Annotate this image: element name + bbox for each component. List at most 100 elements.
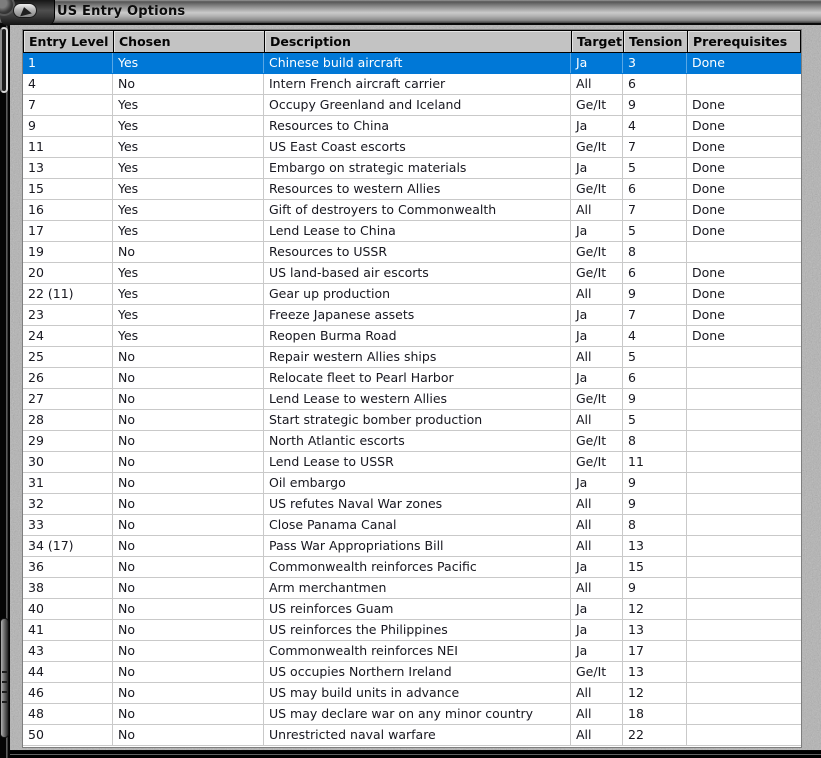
cell-entry-level: 32 bbox=[23, 494, 113, 514]
cell-target: Ja bbox=[571, 473, 623, 493]
cell-prerequisites bbox=[687, 599, 801, 619]
cell-prerequisites: Done bbox=[692, 265, 725, 280]
table-row[interactable]: 23 Yes Freeze Japanese assets Ja 7 Done bbox=[23, 305, 801, 326]
cell-target: Ja bbox=[571, 221, 623, 241]
table-row[interactable]: 28 No Start strategic bomber production … bbox=[23, 410, 801, 431]
cell-prerequisites bbox=[687, 683, 801, 703]
cell-entry-level: 29 bbox=[23, 431, 113, 451]
cell-description: US refutes Naval War zones bbox=[264, 494, 571, 514]
cell-chosen: Yes bbox=[113, 221, 264, 241]
table-row[interactable]: 11 Yes US East Coast escorts Ge/It 7 Don… bbox=[23, 137, 801, 158]
cell-prerequisites bbox=[687, 452, 801, 472]
table-row[interactable]: 40 No US reinforces Guam Ja 12 bbox=[23, 599, 801, 620]
cell-prerequisites bbox=[687, 242, 801, 262]
cell-chosen: No bbox=[113, 389, 264, 409]
table-row[interactable]: 15 Yes Resources to western Allies Ge/It… bbox=[23, 179, 801, 200]
table-row[interactable]: 26 No Relocate fleet to Pearl Harbor Ja … bbox=[23, 368, 801, 389]
cell-description: US reinforces Guam bbox=[264, 599, 571, 619]
titlebar-corner bbox=[0, 0, 55, 26]
table-row[interactable]: 33 No Close Panama Canal All 8 bbox=[23, 515, 801, 536]
cell-chosen: No bbox=[113, 368, 264, 388]
cell-prerequisites bbox=[687, 725, 801, 745]
table-row[interactable]: 16 Yes Gift of destroyers to Commonwealt… bbox=[23, 200, 801, 221]
column-header-description[interactable]: Description bbox=[265, 31, 572, 52]
table-row[interactable]: 24 Yes Reopen Burma Road Ja 4 Done bbox=[23, 326, 801, 347]
cell-description: Pass War Appropriations Bill bbox=[264, 536, 571, 556]
table-row[interactable]: 4 No Intern French aircraft carrier All … bbox=[23, 74, 801, 95]
cell-target: Ge/It bbox=[571, 137, 623, 157]
cell-prerequisites bbox=[687, 368, 801, 388]
table-row[interactable]: 44 No US occupies Northern Ireland Ge/It… bbox=[23, 662, 801, 683]
cell-chosen: Yes bbox=[113, 284, 264, 304]
table-row[interactable]: 34 (17) No Pass War Appropriations Bill … bbox=[23, 536, 801, 557]
cell-entry-level: 11 bbox=[23, 137, 113, 157]
cell-target: All bbox=[571, 683, 623, 703]
table-row[interactable]: 20 Yes US land-based air escorts Ge/It 6… bbox=[23, 263, 801, 284]
cell-target: Ge/It bbox=[571, 179, 623, 199]
column-header-target[interactable]: Target bbox=[572, 31, 624, 52]
table-row[interactable]: 38 No Arm merchantmen All 9 bbox=[23, 578, 801, 599]
cell-prerequisites bbox=[687, 704, 801, 724]
table-row[interactable]: 29 No North Atlantic escorts Ge/It 8 bbox=[23, 431, 801, 452]
cell-target: All bbox=[571, 284, 623, 304]
titlebar[interactable]: US Entry Options bbox=[0, 0, 821, 25]
table-row[interactable]: 41 No US reinforces the Philippines Ja 1… bbox=[23, 620, 801, 641]
table-row[interactable]: 43 No Commonwealth reinforces NEI Ja 17 bbox=[23, 641, 801, 662]
cell-target: Ja bbox=[571, 305, 623, 325]
cell-chosen: No bbox=[113, 452, 264, 472]
cell-target: All bbox=[571, 410, 623, 430]
table-row[interactable]: 7 Yes Occupy Greenland and Iceland Ge/It… bbox=[23, 95, 801, 116]
column-header-tension[interactable]: Tension bbox=[624, 31, 688, 52]
table-row[interactable]: 50 No Unrestricted naval warfare All 22 bbox=[23, 725, 801, 746]
cell-chosen: Yes bbox=[113, 116, 264, 136]
table-row[interactable]: 19 No Resources to USSR Ge/It 8 bbox=[23, 242, 801, 263]
cell-target: All bbox=[571, 494, 623, 514]
cell-tension: 5 bbox=[623, 410, 687, 430]
cell-chosen: Yes bbox=[113, 158, 264, 178]
cell-tension: 9 bbox=[623, 578, 687, 598]
cell-target: Ge/It bbox=[571, 452, 623, 472]
table-row[interactable]: 13 Yes Embargo on strategic materials Ja… bbox=[23, 158, 801, 179]
cell-target: Ja bbox=[571, 158, 623, 178]
table-row[interactable]: 22 (11) Yes Gear up production All 9 Don… bbox=[23, 284, 801, 305]
table-row[interactable]: 31 No Oil embargo Ja 9 bbox=[23, 473, 801, 494]
cell-prerequisites bbox=[687, 578, 801, 598]
cell-prerequisites bbox=[687, 74, 801, 94]
column-header-chosen[interactable]: Chosen bbox=[114, 31, 265, 52]
table-row[interactable]: 46 No US may build units in advance All … bbox=[23, 683, 801, 704]
column-header-prerequisites[interactable]: Prerequisites bbox=[688, 31, 800, 52]
cell-prerequisites bbox=[687, 494, 801, 514]
cell-chosen: No bbox=[113, 242, 264, 262]
cell-chosen: No bbox=[113, 494, 264, 514]
table-row[interactable]: 32 No US refutes Naval War zones All 9 bbox=[23, 494, 801, 515]
scroll-handle[interactable] bbox=[0, 618, 9, 738]
cell-target: Ja bbox=[571, 620, 623, 640]
cell-entry-level: 17 bbox=[23, 221, 113, 241]
table-row[interactable]: 48 No US may declare war on any minor co… bbox=[23, 704, 801, 725]
table-row[interactable]: 25 No Repair western Allies ships All 5 bbox=[23, 347, 801, 368]
cell-tension: 8 bbox=[623, 431, 687, 451]
cell-entry-level: 27 bbox=[23, 389, 113, 409]
cell-prerequisites bbox=[687, 347, 801, 367]
table-row[interactable]: 9 Yes Resources to China Ja 4 Done bbox=[23, 116, 801, 137]
column-header-entry-level[interactable]: Entry Level bbox=[24, 31, 114, 52]
cell-prerequisites: Done bbox=[692, 118, 725, 133]
cell-entry-level: 31 bbox=[23, 473, 113, 493]
table-row[interactable]: 17 Yes Lend Lease to China Ja 5 Done bbox=[23, 221, 801, 242]
cell-chosen: No bbox=[113, 557, 264, 577]
cell-tension: 5 bbox=[623, 347, 687, 367]
cell-prerequisites: Done bbox=[692, 202, 725, 217]
window-shade-button[interactable] bbox=[13, 3, 37, 18]
table-row[interactable]: 27 No Lend Lease to western Allies Ge/It… bbox=[23, 389, 801, 410]
cell-target: Ge/It bbox=[571, 389, 623, 409]
cell-chosen: No bbox=[113, 599, 264, 619]
table-row[interactable]: 30 No Lend Lease to USSR Ge/It 11 bbox=[23, 452, 801, 473]
table-row[interactable]: 1 Yes Chinese build aircraft Ja 3 Done bbox=[23, 53, 801, 74]
cell-chosen: Yes bbox=[113, 326, 264, 346]
cell-tension: 22 bbox=[623, 725, 687, 745]
cell-entry-level: 34 (17) bbox=[23, 536, 113, 556]
table-row[interactable]: 36 No Commonwealth reinforces Pacific Ja… bbox=[23, 557, 801, 578]
cell-chosen: No bbox=[113, 410, 264, 430]
cell-tension: 4 bbox=[623, 116, 687, 136]
cell-prerequisites: Done bbox=[692, 97, 725, 112]
